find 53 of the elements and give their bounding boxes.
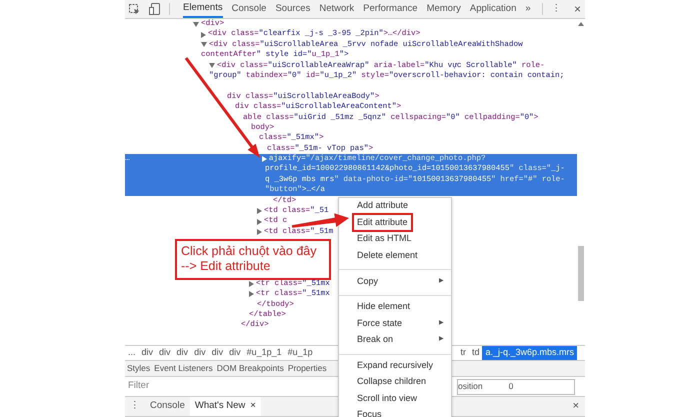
close-button[interactable]: × <box>566 397 585 416</box>
breadcrumb-item[interactable]: ... <box>125 346 139 360</box>
panel-tab[interactable]: Console <box>232 0 266 18</box>
panel-tab[interactable]: Performance <box>363 0 418 18</box>
menu-item[interactable]: Edit as HTML <box>352 230 451 248</box>
menu-item[interactable]: Delete element <box>352 247 451 264</box>
menu-item[interactable]: Scroll into view <box>352 390 451 407</box>
pointer-arrow <box>292 213 349 228</box>
triangle-down-icon[interactable] <box>209 63 215 68</box>
sidebar-tab[interactable]: DOM Breakpoints <box>214 361 286 376</box>
tab-label: Console <box>150 399 185 414</box>
breadcrumb-item[interactable]: tr <box>457 346 469 360</box>
scrollbar-thumb[interactable] <box>578 246 584 301</box>
menu-item[interactable]: Focus <box>352 406 451 417</box>
breadcrumb-item[interactable]: div <box>156 346 174 360</box>
panel-tab[interactable]: Memory <box>426 0 461 18</box>
triangle-right-icon[interactable] <box>201 32 206 38</box>
breadcrumb-item[interactable]: td <box>468 346 482 360</box>
menu-button[interactable]: ⋮ <box>125 397 145 416</box>
menu-item[interactable]: Add attribute <box>352 198 451 214</box>
scroll-up-arrow-icon[interactable] <box>578 22 584 26</box>
breadcrumb-item[interactable]: div <box>226 346 244 360</box>
drawer-tab[interactable]: Console <box>145 397 190 416</box>
drawer-tab[interactable]: What's New × <box>190 397 261 416</box>
menu-item[interactable]: Hide element <box>352 298 451 316</box>
callout-note: Click phải chuột vào đây --> Edit attribute <box>175 239 331 280</box>
menu-item[interactable]: Expand recursively <box>352 358 451 374</box>
breadcrumb-item[interactable]: div <box>208 346 226 360</box>
tab-label: What's New <box>194 399 246 414</box>
close-button[interactable]: × <box>574 0 581 18</box>
sidebar-tab[interactable]: Event Listeners <box>152 361 215 376</box>
breadcrumb-item[interactable]: a._j-q._3w6p.mbs.mrs <box>482 346 577 360</box>
sidebar-tab[interactable]: Styles <box>125 361 152 376</box>
menu-item[interactable]: Collapse children <box>352 374 451 390</box>
panel-tab[interactable]: Sources <box>275 0 310 18</box>
panel-tab[interactable]: Elements <box>183 0 223 18</box>
menu-button[interactable]: ⋮ <box>552 0 562 18</box>
triangle-down-icon[interactable] <box>193 22 199 27</box>
filter-field[interactable]: Filter <box>125 379 275 394</box>
gutter-ellipsis[interactable]: … <box>125 154 130 164</box>
breadcrumb-item[interactable]: div <box>138 346 156 360</box>
panel-tab[interactable]: Network <box>319 0 354 18</box>
more-tabs-button[interactable]: » <box>525 0 531 18</box>
tab-close-button[interactable]: × <box>250 399 256 414</box>
triangle-down-icon[interactable] <box>201 42 207 48</box>
panel-tab[interactable]: Application <box>470 0 516 18</box>
breadcrumb-item[interactable]: #u_1p <box>284 346 316 360</box>
breadcrumb-item[interactable]: div <box>191 346 209 360</box>
breadcrumb-item[interactable]: div <box>174 346 192 360</box>
device-icon[interactable] <box>149 0 160 18</box>
breadcrumb-item[interactable]: #u_1p_1 <box>244 346 285 360</box>
box-model-field: osition 0 <box>457 378 575 394</box>
sidebar-tab[interactable]: Properties <box>286 361 329 376</box>
